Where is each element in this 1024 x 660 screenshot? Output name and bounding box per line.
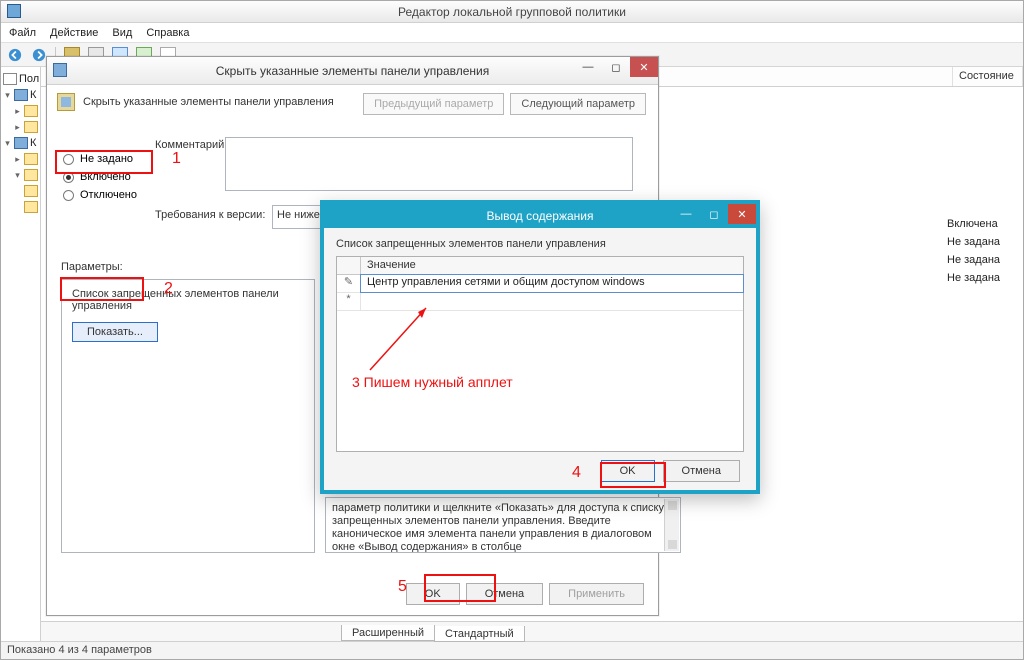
dialog-apply-button[interactable]: Применить [549, 583, 644, 605]
menubar: Файл Действие Вид Справка [1, 23, 1023, 43]
help-text: параметр политики и щелкните «Показать» … [332, 502, 664, 553]
grid-row-1[interactable]: ✎ Центр управления сетями и общим доступ… [337, 275, 743, 293]
modal-minimize-button[interactable]: ― [672, 204, 700, 224]
tree-node-k[interactable]: ▾К [3, 135, 38, 151]
tree-folder-6[interactable] [3, 199, 38, 215]
grid-cell-value-new[interactable] [361, 293, 743, 310]
dialog-close-button[interactable]: ✕ [630, 57, 658, 77]
modal-header-label: Список запрещенных элементов панели упра… [336, 238, 744, 250]
help-panel: параметр политики и щелкните «Показать» … [325, 497, 681, 553]
grid-row-marker-new: * [337, 293, 361, 310]
list-row-2[interactable]: Не задана [947, 233, 1017, 251]
menu-action[interactable]: Действие [50, 27, 98, 39]
list-col-state[interactable]: Состояние [953, 67, 1023, 86]
radio-disabled[interactable]: Отключено [63, 189, 137, 201]
options-caption: Список запрещенных элементов панели упра… [72, 288, 304, 312]
values-grid[interactable]: Значение ✎ Центр управления сетями и общ… [336, 256, 744, 452]
tree-folder-4[interactable]: ▾ [3, 167, 38, 183]
app-icon [7, 4, 21, 18]
grid-header: Значение [337, 257, 743, 275]
tree-root[interactable]: ▾К [3, 87, 38, 103]
tab-extended[interactable]: Расширенный [341, 625, 435, 641]
show-button[interactable]: Показать... [72, 322, 158, 342]
radio-not-configured[interactable]: Не задано [63, 153, 137, 165]
options-label: Параметры: [61, 261, 123, 273]
view-tabs: Расширенный Стандартный [41, 621, 1023, 641]
list-row-4[interactable]: Не задана [947, 269, 1017, 287]
grid-rowselector-header [337, 257, 361, 274]
grid-row-marker-edit: ✎ [337, 275, 361, 292]
tab-standard[interactable]: Стандартный [434, 626, 525, 642]
modal-ok-button[interactable]: OK [601, 460, 655, 482]
policy-icon [57, 93, 75, 111]
menu-help[interactable]: Справка [146, 27, 189, 39]
dialog-title: Скрыть указанные элементы панели управле… [216, 64, 490, 78]
modal-close-button[interactable]: ✕ [728, 204, 756, 224]
grid-col-value[interactable]: Значение [361, 257, 743, 274]
dialog-subtitle: Скрыть указанные элементы панели управле… [83, 96, 334, 108]
tree-folder-5[interactable] [3, 183, 38, 199]
dialog-maximize-button[interactable]: ◻ [602, 57, 630, 77]
grid-cell-value-1[interactable]: Центр управления сетями и общим доступом… [361, 275, 743, 292]
menu-view[interactable]: Вид [112, 27, 132, 39]
dialog-icon [53, 63, 67, 77]
dialog-minimize-button[interactable]: ― [574, 57, 602, 77]
statusbar: Показано 4 из 4 параметров [1, 641, 1023, 659]
nav-back-button[interactable] [5, 45, 25, 65]
modal-title: Вывод содержания [486, 209, 593, 223]
requirements-label: Требования к версии: [155, 209, 265, 221]
modal-maximize-button[interactable]: ◻ [700, 204, 728, 224]
list-row-3[interactable]: Не задана [947, 251, 1017, 269]
comment-textarea[interactable] [225, 137, 633, 191]
radio-enabled[interactable]: Включено [63, 171, 137, 183]
next-setting-button[interactable]: Следующий параметр [510, 93, 646, 115]
tree-folder-2[interactable]: ▸ [3, 119, 38, 135]
menu-file[interactable]: Файл [9, 27, 36, 39]
dialog-titlebar: Скрыть указанные элементы панели управле… [47, 57, 658, 85]
show-contents-dialog: Вывод содержания ― ◻ ✕ Список запрещенны… [320, 200, 760, 494]
tree-folder-3[interactable]: ▸ [3, 151, 38, 167]
comment-label: Комментарий: [155, 139, 227, 151]
tree-header: Поли [3, 71, 38, 87]
dialog-cancel-button[interactable]: Отмена [466, 583, 543, 605]
dialog-ok-button[interactable]: OK [406, 583, 460, 605]
modal-titlebar: Вывод содержания ― ◻ ✕ [324, 204, 756, 228]
modal-cancel-button[interactable]: Отмена [663, 460, 740, 482]
help-scrollbar[interactable] [664, 499, 679, 551]
options-panel: Список запрещенных элементов панели упра… [61, 279, 315, 553]
list-row-1[interactable]: Включена [947, 215, 1017, 233]
main-title: Редактор локальной групповой политики [398, 5, 626, 19]
main-titlebar: Редактор локальной групповой политики [1, 1, 1023, 23]
tree-folder-1[interactable]: ▸ [3, 103, 38, 119]
grid-row-new[interactable]: * [337, 293, 743, 311]
nav-tree[interactable]: Поли ▾К ▸ ▸ ▾К ▸ ▾ [1, 67, 41, 641]
prev-setting-button[interactable]: Предыдущий параметр [363, 93, 504, 115]
